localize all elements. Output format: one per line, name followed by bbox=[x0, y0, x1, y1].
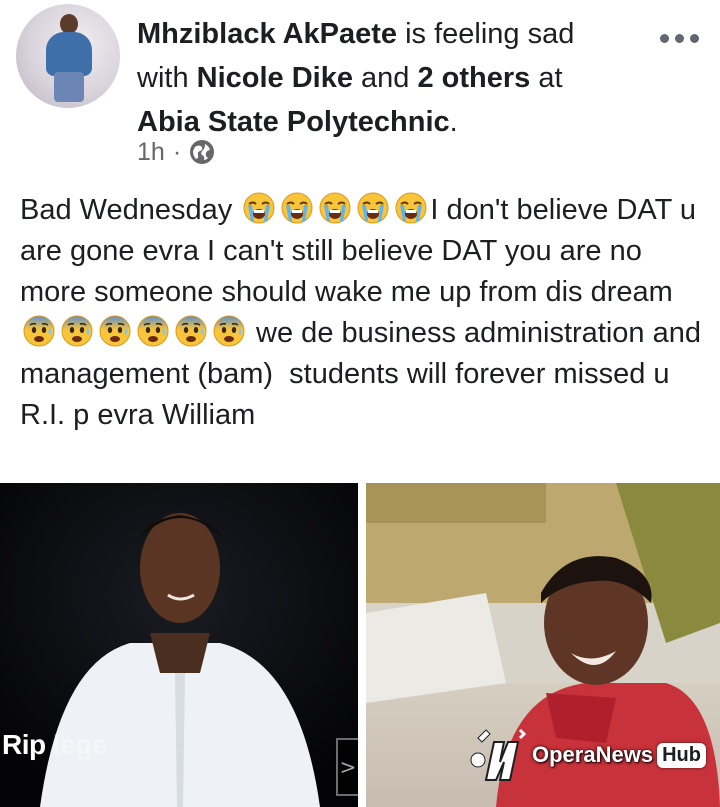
location-link[interactable]: Abia State Polytechnic bbox=[137, 106, 450, 138]
crying-face-icon bbox=[394, 191, 428, 225]
crying-face-icon bbox=[280, 191, 314, 225]
post-meta: 1h · bbox=[137, 137, 215, 167]
others-link[interactable]: 2 others bbox=[417, 62, 530, 94]
with-text: with bbox=[137, 62, 197, 94]
fearful-emoji-group bbox=[20, 314, 248, 349]
meta-separator: · bbox=[172, 137, 182, 166]
caption-text: Rip bbox=[2, 729, 53, 760]
author-avatar[interactable] bbox=[16, 4, 120, 108]
tagged-person-link[interactable]: Nicole Dike bbox=[197, 62, 353, 94]
fearful-face-icon bbox=[212, 314, 246, 348]
avatar-figure-head bbox=[60, 14, 78, 34]
avatar-figure-body bbox=[46, 32, 92, 76]
photo-left-caption: Rip lege bbox=[2, 729, 107, 761]
crying-emoji-group bbox=[240, 191, 430, 226]
caption-faded-text: lege bbox=[52, 729, 108, 760]
next-arrow-button[interactable]: > bbox=[336, 738, 358, 796]
operanews-watermark: OperaNews Hub bbox=[464, 710, 706, 800]
and-text: and bbox=[352, 62, 418, 94]
watermark-brand: OperaNews bbox=[532, 742, 654, 767]
post-header: Mhziblack AkPaete is feeling sad with Nic… bbox=[0, 0, 720, 175]
fearful-face-icon bbox=[136, 314, 170, 348]
crying-face-icon bbox=[356, 191, 390, 225]
avatar-figure-legs bbox=[54, 72, 84, 102]
more-options-icon[interactable] bbox=[660, 28, 700, 48]
globe-icon bbox=[190, 140, 215, 164]
feeling-text: is feeling sad bbox=[397, 18, 575, 50]
location-period: . bbox=[449, 106, 458, 138]
crying-face-icon bbox=[318, 191, 352, 225]
fearful-face-icon bbox=[22, 314, 56, 348]
at-text: at bbox=[530, 62, 563, 94]
fearful-face-icon bbox=[98, 314, 132, 348]
operanews-logo-icon bbox=[464, 720, 528, 790]
post-body: Bad Wednesday I don't believe DAT u are … bbox=[20, 190, 710, 436]
author-name-link[interactable]: Mhziblack AkPaete bbox=[137, 18, 397, 50]
photo-left[interactable]: Rip lege > bbox=[0, 483, 358, 807]
post-header-text: Mhziblack AkPaete is feeling sad with Nic… bbox=[137, 12, 657, 144]
post-text-start: Bad Wednesday bbox=[20, 194, 241, 226]
fearful-face-icon bbox=[174, 314, 208, 348]
fearful-face-icon bbox=[60, 314, 94, 348]
chevron-right-icon: > bbox=[339, 755, 357, 779]
post-timestamp[interactable]: 1h bbox=[137, 138, 165, 167]
crying-face-icon bbox=[242, 191, 276, 225]
watermark-hub-badge: Hub bbox=[657, 742, 706, 768]
